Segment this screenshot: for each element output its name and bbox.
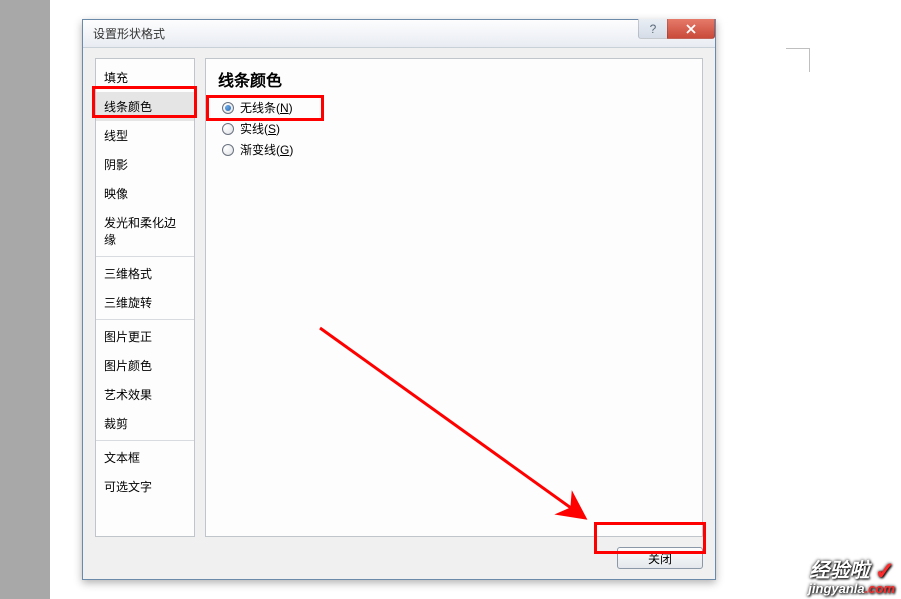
- sidebar-item-6[interactable]: 三维格式: [96, 259, 194, 288]
- sidebar-item-10[interactable]: 艺术效果: [96, 380, 194, 409]
- radio-icon: [222, 144, 234, 156]
- help-button[interactable]: ?: [638, 19, 668, 39]
- window-close-button[interactable]: [667, 19, 715, 39]
- close-icon: [685, 23, 697, 35]
- sidebar-separator: [96, 256, 194, 257]
- radio-option-2[interactable]: 渐变线(G): [222, 139, 690, 160]
- dialog-footer: 关闭: [83, 537, 715, 579]
- category-sidebar: 填充线条颜色线型阴影映像发光和柔化边缘三维格式三维旋转图片更正图片颜色艺术效果裁…: [95, 58, 195, 537]
- titlebar-text: 设置形状格式: [93, 25, 165, 42]
- sidebar-item-3[interactable]: 阴影: [96, 150, 194, 179]
- checkmark-icon: ✓: [875, 560, 895, 584]
- sidebar-item-4[interactable]: 映像: [96, 179, 194, 208]
- sidebar-item-2[interactable]: 线型: [96, 121, 194, 150]
- radio-icon: [222, 123, 234, 135]
- dialog-body: 填充线条颜色线型阴影映像发光和柔化边缘三维格式三维旋转图片更正图片颜色艺术效果裁…: [83, 48, 715, 537]
- radio-label: 实线(S): [240, 120, 280, 137]
- titlebar[interactable]: 设置形状格式 ?: [83, 20, 715, 48]
- line-color-radio-group: 无线条(N) 实线(S) 渐变线(G): [218, 97, 690, 160]
- titlebar-controls: ?: [638, 19, 715, 39]
- radio-option-0[interactable]: 无线条(N): [222, 97, 690, 118]
- sidebar-separator: [96, 440, 194, 441]
- content-panel: 线条颜色 无线条(N) 实线(S) 渐变线(G): [205, 58, 703, 537]
- help-icon: ?: [650, 22, 657, 36]
- content-title: 线条颜色: [218, 67, 690, 91]
- sidebar-separator: [96, 319, 194, 320]
- sidebar-item-0[interactable]: 填充: [96, 63, 194, 92]
- radio-label: 无线条(N): [240, 99, 293, 116]
- close-button[interactable]: 关闭: [617, 547, 703, 569]
- sidebar-item-8[interactable]: 图片更正: [96, 322, 194, 351]
- radio-option-1[interactable]: 实线(S): [222, 118, 690, 139]
- sidebar-item-5[interactable]: 发光和柔化边缘: [96, 208, 194, 254]
- sidebar-item-11[interactable]: 裁剪: [96, 409, 194, 438]
- watermark-text-prefix: jingyanla: [808, 581, 864, 596]
- sidebar-item-13[interactable]: 可选文字: [96, 472, 194, 501]
- radio-icon: [222, 102, 234, 114]
- sidebar-item-7[interactable]: 三维旋转: [96, 288, 194, 317]
- sidebar-item-9[interactable]: 图片颜色: [96, 351, 194, 380]
- radio-label: 渐变线(G): [240, 141, 293, 158]
- watermark-text-top: 经验啦: [809, 560, 869, 582]
- sidebar-item-12[interactable]: 文本框: [96, 443, 194, 472]
- sidebar-item-1[interactable]: 线条颜色: [96, 92, 194, 121]
- format-shape-dialog: 设置形状格式 ? 填充线条颜色线型阴影映像发光和柔化边缘三维格式三维旋转图片更正…: [82, 19, 716, 580]
- watermark: 经验啦 ✓ jingyanla.com: [808, 558, 895, 595]
